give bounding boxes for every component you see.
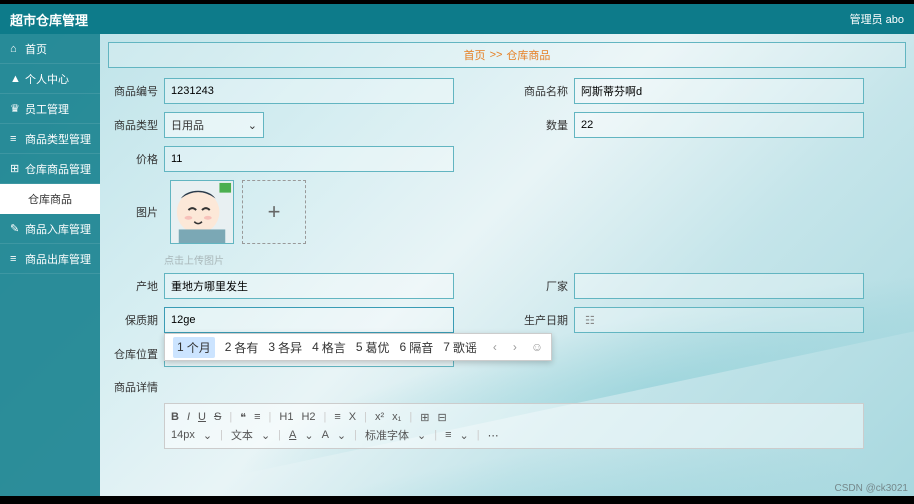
image-label: 图片	[108, 204, 158, 220]
product-type-select[interactable]: 日用品 ⌄	[164, 112, 264, 138]
ime-candidate-bar[interactable]: 1 个月 2 各有 3 各异 4 格言 5 葛优 6 隔音 7 歌谣 ‹ › ☺	[164, 333, 552, 361]
app-title: 超市仓库管理	[10, 10, 88, 29]
ime-candidate-7[interactable]: 7 歌谣	[443, 339, 477, 356]
ime-emoji-icon[interactable]: ☺	[531, 340, 543, 354]
manufacturer-input[interactable]	[574, 273, 864, 299]
more-button[interactable]: ⋯	[488, 429, 499, 442]
sidebar: ⌂首页 ▲个人中心 ♛员工管理 ≡商品类型管理 ⊞仓库商品管理 仓库商品 ✎商品…	[0, 34, 100, 496]
rich-text-toolbar: B I U S | ❝ ≡ | H1 H2 | ≡ X | x² x₁ |	[164, 403, 864, 449]
product-form: 商品编号 商品名称 商品类型 日用品 ⌄ 数量	[108, 74, 906, 449]
plus-icon: +	[268, 199, 281, 225]
warehouse-location-label: 仓库位置	[108, 346, 158, 362]
sidebar-item-stock-out[interactable]: ≡商品出库管理	[0, 244, 100, 274]
list-icon: ≡	[10, 133, 20, 145]
chevron-down-icon: ⌄	[417, 429, 426, 442]
shelf-life-input[interactable]	[164, 307, 454, 333]
ime-prev-icon[interactable]: ‹	[493, 340, 497, 354]
font-color-button[interactable]: A	[289, 429, 296, 441]
h1-button[interactable]: H1	[279, 411, 293, 423]
edit-icon: ✎	[10, 222, 20, 235]
calendar-icon: ☷	[585, 314, 595, 327]
bold-button[interactable]: B	[171, 411, 179, 423]
add-image-button[interactable]: +	[242, 180, 306, 244]
sidebar-item-warehouse-product[interactable]: ⊞仓库商品管理	[0, 154, 100, 184]
user-icon: ▲	[10, 73, 20, 85]
quantity-input[interactable]	[574, 112, 864, 138]
ime-candidate-3[interactable]: 3 各异	[268, 339, 302, 356]
strike-button[interactable]: S	[214, 411, 221, 423]
ime-candidate-2[interactable]: 2 各有	[225, 339, 259, 356]
watermark: CSDN @ck3021	[834, 483, 908, 494]
breadcrumb-current: 仓库商品	[506, 47, 550, 63]
production-date-label: 生产日期	[518, 312, 568, 328]
indent-button[interactable]: ⊞	[420, 411, 429, 424]
crown-icon: ♛	[10, 102, 20, 115]
ime-candidate-5[interactable]: 5 葛优	[356, 339, 390, 356]
avatar-illustration-icon	[171, 181, 233, 243]
upload-hint: 点击上传图片	[164, 252, 906, 267]
manufacturer-label: 厂家	[518, 278, 568, 294]
sidebar-item-profile[interactable]: ▲个人中心	[0, 64, 100, 94]
breadcrumb-home[interactable]: 首页	[464, 47, 486, 63]
details-label: 商品详情	[108, 379, 158, 395]
product-name-input[interactable]	[574, 78, 864, 104]
shelf-life-label: 保质期	[108, 312, 158, 328]
quantity-label: 数量	[518, 117, 568, 133]
sidebar-item-product-type[interactable]: ≡商品类型管理	[0, 124, 100, 154]
main-content: 首页 >> 仓库商品 商品编号 商品名称 商品类型 日用品	[108, 42, 906, 496]
grid-icon: ⊞	[10, 162, 20, 175]
h2-button[interactable]: H2	[301, 411, 315, 423]
breadcrumb: 首页 >> 仓库商品	[108, 42, 906, 68]
product-code-label: 商品编号	[108, 83, 158, 99]
font-size-select[interactable]: 14px	[171, 429, 195, 441]
ime-candidate-6[interactable]: 6 隔音	[400, 339, 434, 356]
chevron-down-icon: ⌄	[261, 429, 270, 442]
font-family-select[interactable]: 标准字体	[365, 427, 409, 443]
list-icon: ≡	[10, 253, 20, 265]
bg-color-button[interactable]: A	[322, 429, 329, 441]
ime-candidate-4[interactable]: 4 格言	[312, 339, 346, 356]
app-header: 超市仓库管理 管理员 abo	[0, 4, 914, 34]
quote-button[interactable]: ❝	[240, 411, 246, 424]
align-left-button[interactable]: ≡	[445, 429, 451, 441]
price-input[interactable]	[164, 146, 454, 172]
product-code-input[interactable]	[164, 78, 454, 104]
product-name-label: 商品名称	[518, 83, 568, 99]
sidebar-item-home[interactable]: ⌂首页	[0, 34, 100, 64]
chevron-down-icon: ⌄	[304, 429, 313, 442]
outdent-button[interactable]: ⊟	[437, 411, 446, 424]
align-button[interactable]: ≡	[334, 411, 340, 423]
chevron-down-icon: ⌄	[248, 119, 257, 132]
sidebar-item-stock-in[interactable]: ✎商品入库管理	[0, 214, 100, 244]
user-info[interactable]: 管理员 abo	[850, 11, 904, 27]
product-image-thumb[interactable]	[170, 180, 234, 244]
chevron-down-icon: ⌄	[203, 429, 212, 442]
chevron-down-icon: ⌄	[460, 429, 469, 442]
ime-candidate-1[interactable]: 1 个月	[173, 337, 215, 358]
text-type-select[interactable]: 文本	[231, 427, 253, 443]
subscript-button[interactable]: x₁	[392, 411, 401, 423]
sidebar-sub-warehouse-product[interactable]: 仓库商品	[0, 184, 100, 214]
price-label: 价格	[108, 151, 158, 167]
home-icon: ⌂	[10, 43, 20, 55]
origin-label: 产地	[108, 278, 158, 294]
list-button[interactable]: ≡	[254, 411, 260, 423]
clear-button[interactable]: X	[349, 411, 356, 423]
underline-button[interactable]: U	[198, 411, 206, 423]
sidebar-item-staff[interactable]: ♛员工管理	[0, 94, 100, 124]
origin-input[interactable]	[164, 273, 454, 299]
product-type-label: 商品类型	[108, 117, 158, 133]
production-date-input[interactable]: ☷	[574, 307, 864, 333]
superscript-button[interactable]: x²	[375, 411, 384, 423]
chevron-down-icon: ⌄	[337, 429, 346, 442]
italic-button[interactable]: I	[187, 411, 190, 423]
ime-next-icon[interactable]: ›	[513, 340, 517, 354]
